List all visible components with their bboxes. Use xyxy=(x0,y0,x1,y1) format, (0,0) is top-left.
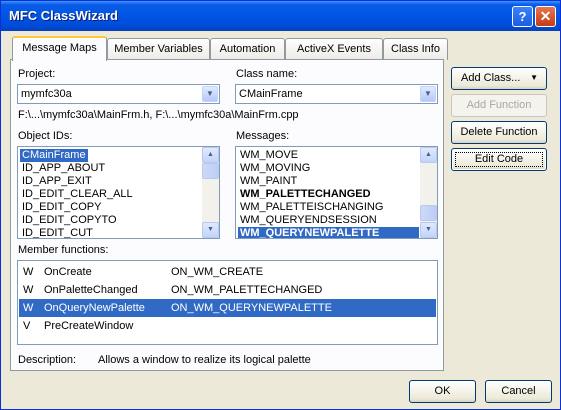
list-item[interactable]: WM_MOVE xyxy=(238,149,300,162)
list-item[interactable]: WM_PALETTEISCHANGING xyxy=(238,201,385,214)
scroll-thumb[interactable] xyxy=(202,163,219,179)
scroll-down-icon[interactable]: ▼ xyxy=(420,222,437,238)
list-item[interactable]: ID_APP_EXIT xyxy=(20,175,94,188)
function-type: W xyxy=(23,284,34,296)
scroll-up-icon[interactable]: ▲ xyxy=(420,147,437,163)
message-maps-panel: Project: mymfc30a ▼ Class name: CMainFra… xyxy=(10,59,444,371)
title-bar[interactable]: MFC ClassWizard ? ✕ xyxy=(1,1,560,31)
file-paths: F:\...\mymfc30a\MainFrm.h, F:\...\mymfc3… xyxy=(18,109,299,121)
table-row[interactable]: W OnQueryNewPalette ON_WM_QUERYNEWPALETT… xyxy=(19,299,436,317)
list-item[interactable]: CMainFrame xyxy=(20,149,88,162)
list-item[interactable]: WM_PAINT xyxy=(238,175,299,188)
messages-label: Messages: xyxy=(236,130,290,142)
dialog-window: MFC ClassWizard ? ✕ Message Maps Member … xyxy=(0,0,561,410)
list-item[interactable]: WM_MOVING xyxy=(238,162,312,175)
list-item[interactable]: WM_QUERYENDSESSION xyxy=(238,214,379,227)
project-label: Project: xyxy=(18,68,56,80)
edit-code-button[interactable]: Edit Code xyxy=(451,148,547,171)
project-value: mymfc30a xyxy=(21,88,72,100)
list-item[interactable]: WM_QUERYNEWPALETTE xyxy=(238,227,419,238)
object-ids-list[interactable]: CMainFrame ID_APP_ABOUT ID_APP_EXIT ID_E… xyxy=(17,146,220,239)
help-button[interactable]: ? xyxy=(512,6,533,27)
chevron-down-icon[interactable]: ▼ xyxy=(202,86,218,102)
scroll-up-icon[interactable]: ▲ xyxy=(202,147,219,163)
add-class-button[interactable]: Add Class... ▼ xyxy=(451,67,547,90)
description-text: Allows a window to realize its logical p… xyxy=(98,354,311,366)
function-macro: ON_WM_QUERYNEWPALETTE xyxy=(171,302,332,314)
function-macro: ON_WM_CREATE xyxy=(171,266,264,278)
add-class-label: Add Class... xyxy=(461,72,521,84)
tab-activex-events[interactable]: ActiveX Events xyxy=(285,38,383,60)
tab-member-variables[interactable]: Member Variables xyxy=(107,38,210,60)
function-type: W xyxy=(23,302,34,314)
member-functions-list[interactable]: W OnCreate ON_WM_CREATE W OnPaletteChang… xyxy=(17,260,438,345)
cancel-button[interactable]: Cancel xyxy=(485,380,552,403)
add-function-button[interactable]: Add Function xyxy=(451,94,547,117)
table-row[interactable]: W OnPaletteChanged ON_WM_PALETTECHANGED xyxy=(19,281,436,299)
chevron-down-icon[interactable]: ▼ xyxy=(420,86,436,102)
function-name: OnPaletteChanged xyxy=(44,284,138,296)
scroll-thumb[interactable] xyxy=(420,205,437,221)
project-combo[interactable]: mymfc30a ▼ xyxy=(17,84,220,104)
list-item[interactable]: ID_EDIT_COPYTO xyxy=(20,214,119,227)
function-type: W xyxy=(23,266,34,278)
list-item[interactable]: ID_EDIT_CLEAR_ALL xyxy=(20,188,135,201)
function-macro: ON_WM_PALETTECHANGED xyxy=(171,284,323,296)
edit-code-label: Edit Code xyxy=(474,153,524,165)
delete-function-button[interactable]: Delete Function xyxy=(451,121,547,144)
messages-scrollbar[interactable]: ▲ ▼ xyxy=(420,147,437,238)
function-name: OnCreate xyxy=(44,266,92,278)
window-title: MFC ClassWizard xyxy=(9,8,118,23)
list-item[interactable]: ID_EDIT_COPY xyxy=(20,201,103,214)
function-name: PreCreateWindow xyxy=(44,320,134,332)
close-button[interactable]: ✕ xyxy=(535,6,556,27)
list-item[interactable]: ID_EDIT_CUT xyxy=(20,227,95,238)
object-ids-scrollbar[interactable]: ▲ ▼ xyxy=(202,147,219,238)
messages-list[interactable]: WM_MOVE WM_MOVING WM_PAINT WM_PALETTECHA… xyxy=(235,146,438,239)
chevron-down-icon: ▼ xyxy=(530,73,538,82)
function-name: OnQueryNewPalette xyxy=(44,302,145,314)
tab-automation[interactable]: Automation xyxy=(210,38,285,60)
table-row[interactable]: V PreCreateWindow xyxy=(19,317,436,335)
class-name-combo[interactable]: CMainFrame ▼ xyxy=(235,84,438,104)
list-item[interactable]: ID_APP_ABOUT xyxy=(20,162,107,175)
tab-class-info[interactable]: Class Info xyxy=(383,38,448,60)
class-name-value: CMainFrame xyxy=(239,88,303,100)
object-ids-label: Object IDs: xyxy=(18,130,73,142)
ok-button[interactable]: OK xyxy=(409,380,476,403)
class-name-label: Class name: xyxy=(236,68,298,80)
table-row[interactable]: W OnCreate ON_WM_CREATE xyxy=(19,263,436,281)
function-type: V xyxy=(23,320,31,332)
scroll-down-icon[interactable]: ▼ xyxy=(202,222,219,238)
description-label: Description: xyxy=(18,354,77,366)
tab-message-maps[interactable]: Message Maps xyxy=(12,36,107,61)
list-item[interactable]: WM_PALETTECHANGED xyxy=(238,188,373,201)
member-functions-label: Member functions: xyxy=(18,244,109,256)
